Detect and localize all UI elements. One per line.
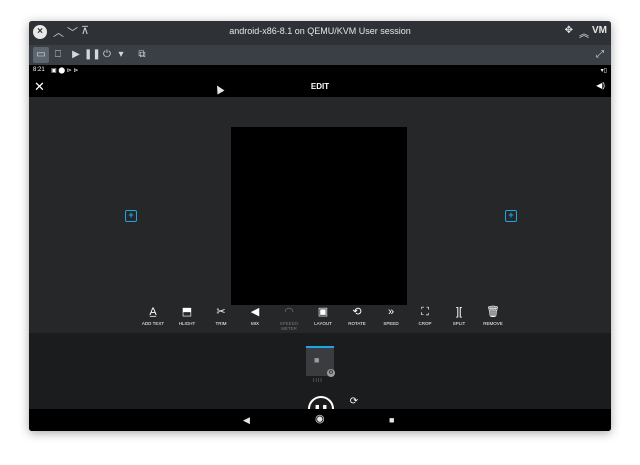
console-button[interactable]: ▭ [33,47,49,63]
android-screen[interactable]: 8:21 ▣ ⬤ ⊳ ⊳ ▾▯ ✕ EDIT ◀) + + A̲ ADD TEXT… [29,65,611,431]
rotate-tool[interactable]: ⟲ ROTATE [340,305,374,326]
tool-label: SPEEDO METER [279,321,299,331]
crop-tool[interactable]: ⛶ CROP [408,305,442,326]
mix-tool[interactable]: ◀ MIX [238,305,272,326]
add-text-tool[interactable]: A̲ ADD TEXT [136,305,170,326]
settings-icon[interactable]: ⚙ [327,369,335,377]
drag-handle-icon[interactable]: ∷∷ [313,378,325,384]
fullscreen-button[interactable]: ⤢ [593,47,607,63]
crop-icon: ⛶ [421,306,429,318]
speed-icon: » [387,306,395,318]
app-bar: ✕ EDIT ◀) [29,77,611,97]
power-button[interactable]: ⏻ [100,47,114,63]
layout-tool[interactable]: ▣ LAYOUT [306,305,340,326]
details-button[interactable]: ⎕ [51,47,65,63]
edit-tools-bar: A̲ ADD TEXT ⬒ HLIGHT ✂ TRIM ◀ MIX ◠ SPEEDO METER ▣… [29,305,611,333]
remove-tool[interactable]: 🗑 REMOVE [476,305,510,326]
titlebar: × ︿ ﹀ ⊼ android-x86-8.1 on QEMU/KVM User… [29,21,611,45]
speedometer-icon: ◠ [284,306,294,318]
tool-label: SPLIT [452,321,466,326]
highlight-icon: ⬒ [181,306,193,318]
status-bar: 8:21 ▣ ⬤ ⊳ ⊳ ▾▯ [29,65,611,77]
tool-label: REMOVE [483,321,503,326]
add-text-icon: A̲ [149,306,157,318]
recent-apps-button[interactable]: ■ [389,416,394,425]
highlight-tool[interactable]: ⬒ HLIGHT [170,305,204,326]
trim-tool[interactable]: ✂ TRIM [204,305,238,326]
page-title: EDIT [310,82,330,91]
status-time: 8:21 [33,67,45,73]
rotate-icon: ⟲ [352,306,362,318]
tool-label: ADD TEXT [141,321,165,326]
notification-icons: ▣ ⬤ ⊳ ⊳ [51,68,79,74]
tool-label: LAYOUT [314,321,332,326]
pin-icon[interactable]: ✥ [565,25,573,36]
tool-label: MIX [250,321,259,326]
loop-icon: ⟳ [349,396,359,407]
remove-icon: 🗑 [486,306,500,318]
video-clip-thumbnail[interactable]: ■ ⚙ [306,346,335,377]
vm-window: × ︿ ﹀ ⊼ android-x86-8.1 on QEMU/KVM User… [29,21,611,431]
tool-label: ROTATE [348,321,366,326]
mix-icon: ◀ [250,306,260,318]
video-camera-icon: ■ [314,355,320,365]
back-button[interactable]: ◀ [243,416,250,425]
run-button[interactable]: ▶ [69,47,83,63]
double-chevron-up-icon[interactable]: ︽ [579,25,589,40]
tool-label: SPEED [383,321,399,326]
tool-label: CROP [418,321,432,326]
speed-tool[interactable]: » SPEED [374,305,408,326]
split-tool[interactable]: ][ SPLIT [442,305,476,326]
split-icon: ][ [455,306,463,318]
android-nav-bar: ◀ ◉ ■ [29,409,611,431]
layout-icon: ▣ [317,306,329,318]
battery-icon: ▾▯ [600,68,607,74]
logo-icon: VM [592,25,607,36]
tool-label: HLIGHT [178,321,196,326]
vm-toolbar: ▭ ⎕ ▶ ❚❚ ⏻ ▾ ⧉ ⤢ [29,45,611,65]
home-button[interactable]: ◉ [315,414,325,425]
pause-button[interactable]: ❚❚ [84,47,101,63]
add-media-left-button[interactable]: + [125,210,137,222]
volume-icon[interactable]: ◀) [596,81,605,90]
video-preview[interactable] [231,127,407,305]
add-media-right-button[interactable]: + [505,210,517,222]
snapshot-button[interactable]: ⧉ [135,47,149,63]
power-menu-button[interactable]: ▾ [116,47,126,63]
speedometer-tool[interactable]: ◠ SPEEDO METER [272,305,306,331]
window-title: android-x86-8.1 on QEMU/KVM User session [229,26,411,36]
tool-label: TRIM [215,321,227,326]
trim-icon: ✂ [216,306,226,318]
